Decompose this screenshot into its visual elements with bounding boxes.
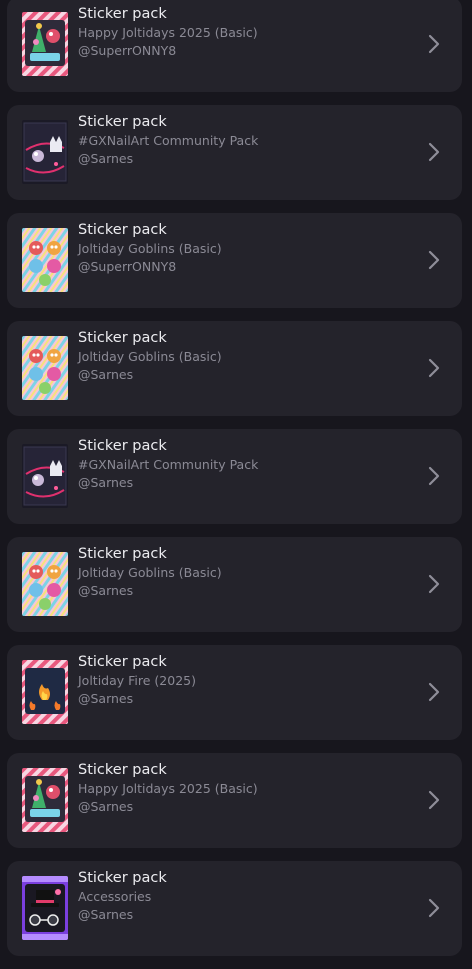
- pack-author: @Sarnes: [78, 799, 134, 814]
- pack-thumbnail: [22, 336, 68, 400]
- pack-thumbnail: [22, 228, 68, 292]
- pack-name: Joltiday Goblins (Basic): [78, 241, 222, 256]
- pack-thumbnail: [22, 120, 68, 184]
- pack-thumbnail: [22, 12, 68, 76]
- sticker-pack-card[interactable]: Sticker pack Happy Joltidays 2025 (Basic…: [7, 753, 462, 848]
- chevron-right-icon: [428, 466, 440, 486]
- chevron-right-icon: [428, 358, 440, 378]
- pack-name: Joltiday Fire (2025): [78, 673, 196, 688]
- pack-author: @Sarnes: [78, 151, 134, 166]
- pack-type: Sticker pack: [78, 870, 167, 886]
- chevron-right-icon: [428, 898, 440, 918]
- pack-author: @SuperrONNY8: [78, 43, 177, 58]
- pack-name: Accessories: [78, 889, 152, 904]
- pack-author: @Sarnes: [78, 583, 134, 598]
- sticker-pack-card[interactable]: Sticker pack Accessories @Sarnes: [7, 861, 462, 956]
- pack-name: Happy Joltidays 2025 (Basic): [78, 25, 258, 40]
- sticker-pack-list: Sticker pack Happy Joltidays 2025 (Basic…: [0, 0, 472, 969]
- pack-name: Joltiday Goblins (Basic): [78, 349, 222, 364]
- pack-author: @Sarnes: [78, 907, 134, 922]
- pack-type: Sticker pack: [78, 6, 167, 22]
- sticker-pack-card[interactable]: Sticker pack #GXNailArt Community Pack @…: [7, 105, 462, 200]
- pack-thumbnail: [22, 444, 68, 508]
- pack-type: Sticker pack: [78, 330, 167, 346]
- chevron-right-icon: [428, 34, 440, 54]
- sticker-pack-card[interactable]: Sticker pack #GXNailArt Community Pack @…: [7, 429, 462, 524]
- chevron-right-icon: [428, 250, 440, 270]
- pack-thumbnail: [22, 876, 68, 940]
- pack-author: @Sarnes: [78, 475, 134, 490]
- pack-type: Sticker pack: [78, 762, 167, 778]
- pack-author: @SuperrONNY8: [78, 259, 177, 274]
- pack-type: Sticker pack: [78, 114, 167, 130]
- sticker-pack-card[interactable]: Sticker pack Joltiday Goblins (Basic) @S…: [7, 213, 462, 308]
- pack-type: Sticker pack: [78, 654, 167, 670]
- pack-type: Sticker pack: [78, 222, 167, 238]
- pack-thumbnail: [22, 768, 68, 832]
- sticker-pack-card[interactable]: Sticker pack Joltiday Goblins (Basic) @S…: [7, 321, 462, 416]
- pack-name: #GXNailArt Community Pack: [78, 133, 259, 148]
- chevron-right-icon: [428, 142, 440, 162]
- chevron-right-icon: [428, 790, 440, 810]
- pack-thumbnail: [22, 552, 68, 616]
- pack-name: #GXNailArt Community Pack: [78, 457, 259, 472]
- pack-name: Joltiday Goblins (Basic): [78, 565, 222, 580]
- pack-thumbnail: [22, 660, 68, 724]
- pack-name: Happy Joltidays 2025 (Basic): [78, 781, 258, 796]
- pack-type: Sticker pack: [78, 438, 167, 454]
- pack-type: Sticker pack: [78, 546, 167, 562]
- chevron-right-icon: [428, 682, 440, 702]
- sticker-pack-card[interactable]: Sticker pack Happy Joltidays 2025 (Basic…: [7, 0, 462, 92]
- sticker-pack-card[interactable]: Sticker pack Joltiday Fire (2025) @Sarne…: [7, 645, 462, 740]
- sticker-pack-card[interactable]: Sticker pack Joltiday Goblins (Basic) @S…: [7, 537, 462, 632]
- chevron-right-icon: [428, 574, 440, 594]
- pack-author: @Sarnes: [78, 367, 134, 382]
- pack-author: @Sarnes: [78, 691, 134, 706]
